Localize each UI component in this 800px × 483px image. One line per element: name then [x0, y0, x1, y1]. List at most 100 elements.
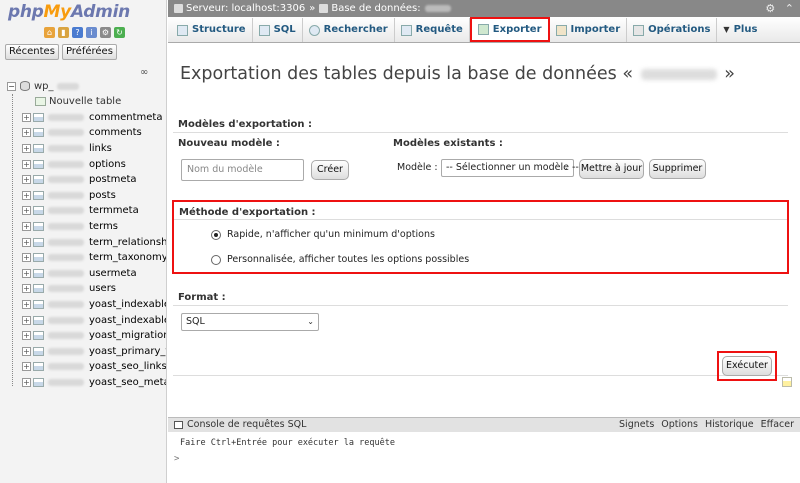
expand-icon[interactable]: +: [22, 222, 31, 232]
expand-icon[interactable]: +: [22, 253, 31, 263]
table-icon[interactable]: [33, 346, 44, 356]
table-name[interactable]: users: [89, 283, 116, 294]
table-icon[interactable]: [33, 144, 44, 154]
radio-button[interactable]: [211, 229, 221, 240]
expand-icon[interactable]: +: [22, 237, 31, 247]
tree-db-row[interactable]: − wp_: [0, 78, 166, 94]
tab-sql[interactable]: SQL: [253, 18, 303, 42]
table-icon[interactable]: [33, 175, 44, 185]
table-name[interactable]: termmeta: [89, 205, 139, 216]
table-name[interactable]: postmeta: [89, 174, 137, 185]
console-prompt[interactable]: >: [174, 454, 179, 464]
tab-import[interactable]: Importer: [550, 18, 628, 42]
table-icon[interactable]: [33, 159, 44, 169]
table-name[interactable]: yoast_migrations: [89, 330, 166, 341]
tab-query[interactable]: Requête: [395, 18, 470, 42]
tree-table-item[interactable]: + users: [0, 281, 166, 297]
tree-table-item[interactable]: + yoast_seo_meta: [0, 375, 166, 391]
table-name[interactable]: comments: [89, 127, 142, 138]
sql-console[interactable]: Faire Ctrl+Entrée pour exécuter la requê…: [168, 432, 800, 483]
expand-icon[interactable]: +: [22, 362, 31, 372]
expand-icon[interactable]: +: [22, 331, 31, 341]
table-icon[interactable]: [33, 362, 44, 372]
table-icon[interactable]: [33, 253, 44, 263]
console-options-link[interactable]: Options: [661, 418, 698, 432]
gear-icon[interactable]: ⚙: [765, 2, 775, 15]
table-icon[interactable]: [33, 128, 44, 138]
expand-icon[interactable]: +: [22, 206, 31, 216]
tree-table-item[interactable]: + commentmeta: [0, 110, 166, 126]
radio-quick[interactable]: Rapide, n'afficher qu'un minimum d'optio…: [211, 229, 435, 240]
console-bookmarks-link[interactable]: Signets: [619, 418, 654, 432]
expand-icon[interactable]: +: [22, 315, 31, 325]
table-name[interactable]: commentmeta: [89, 112, 162, 123]
new-table-row[interactable]: Nouvelle table: [0, 94, 166, 110]
collapse-top-icon[interactable]: ⌃: [785, 2, 794, 15]
tree-table-item[interactable]: + term_taxonomy: [0, 250, 166, 266]
tree-table-item[interactable]: + options: [0, 156, 166, 172]
table-name[interactable]: yoast_indexable_h: [89, 315, 166, 326]
table-icon[interactable]: [33, 190, 44, 200]
tree-table-item[interactable]: + termmeta: [0, 203, 166, 219]
radio-custom[interactable]: Personnalisée, afficher toutes les optio…: [211, 254, 469, 265]
link-icon[interactable]: ∞: [140, 67, 148, 78]
tree-table-item[interactable]: + yoast_indexable_h: [0, 312, 166, 328]
table-name[interactable]: yoast_primary_ten: [89, 346, 166, 357]
expand-icon[interactable]: +: [22, 112, 31, 122]
tree-table-item[interactable]: + yoast_migrations: [0, 328, 166, 344]
table-icon[interactable]: [33, 315, 44, 325]
expand-icon[interactable]: +: [22, 268, 31, 278]
table-name[interactable]: yoast_seo_meta: [89, 377, 166, 388]
home-icon[interactable]: ⌂: [44, 27, 55, 38]
tab-more[interactable]: ▼ Plus: [717, 18, 763, 42]
template-select[interactable]: -- Sélectionner un modèle -- ⌄: [441, 159, 579, 177]
table-name[interactable]: usermeta: [89, 268, 137, 279]
expand-icon[interactable]: +: [22, 175, 31, 185]
help-icon[interactable]: ?: [72, 27, 83, 38]
tab-structure[interactable]: Structure: [171, 18, 253, 42]
table-name[interactable]: posts: [89, 190, 116, 201]
table-name[interactable]: term_relationships: [89, 237, 166, 248]
logout-icon[interactable]: ▮: [58, 27, 69, 38]
tree-table-item[interactable]: + yoast_primary_ten: [0, 344, 166, 360]
docs-icon[interactable]: i: [86, 27, 97, 38]
tree-table-item[interactable]: + comments: [0, 125, 166, 141]
table-icon[interactable]: [33, 284, 44, 294]
tree-table-item[interactable]: + posts: [0, 188, 166, 204]
format-select[interactable]: SQL ⌄: [181, 313, 319, 331]
settings-icon[interactable]: ⚙: [100, 27, 111, 38]
expand-icon[interactable]: +: [22, 377, 31, 387]
table-name[interactable]: yoast_seo_links: [89, 361, 166, 372]
tree-table-item[interactable]: + term_relationships: [0, 234, 166, 250]
expand-icon[interactable]: +: [22, 284, 31, 294]
table-name[interactable]: options: [89, 159, 126, 170]
expand-icon[interactable]: +: [22, 144, 31, 154]
radio-button[interactable]: [211, 254, 221, 265]
note-icon[interactable]: [782, 377, 792, 387]
collapse-icon[interactable]: −: [7, 81, 16, 91]
tree-table-item[interactable]: + links: [0, 141, 166, 157]
delete-template-button[interactable]: Supprimer: [649, 159, 706, 179]
console-history-link[interactable]: Historique: [705, 418, 754, 432]
expand-icon[interactable]: +: [22, 300, 31, 310]
breadcrumb-server[interactable]: Serveur: localhost:3306: [186, 0, 305, 17]
new-table-label[interactable]: Nouvelle table: [49, 96, 121, 107]
table-icon[interactable]: [33, 268, 44, 278]
table-icon[interactable]: [33, 300, 44, 310]
execute-button[interactable]: Exécuter: [722, 356, 772, 376]
expand-icon[interactable]: +: [22, 128, 31, 138]
favorites-tab[interactable]: Préférées: [61, 44, 117, 60]
phpmyadmin-logo[interactable]: phpMyAdmin: [8, 2, 130, 22]
table-name[interactable]: terms: [89, 221, 118, 232]
create-template-button[interactable]: Créer: [311, 160, 349, 180]
table-name[interactable]: links: [89, 143, 112, 154]
table-icon[interactable]: [33, 331, 44, 341]
reload-icon[interactable]: ↻: [114, 27, 125, 38]
table-name[interactable]: yoast_indexable: [89, 299, 166, 310]
tab-search[interactable]: Rechercher: [303, 18, 395, 42]
db-name[interactable]: wp_: [34, 81, 54, 92]
table-icon[interactable]: [33, 237, 44, 247]
tree-table-item[interactable]: + usermeta: [0, 266, 166, 282]
template-name-input[interactable]: Nom du modèle: [181, 159, 304, 181]
tree-table-item[interactable]: + yoast_indexable: [0, 297, 166, 313]
